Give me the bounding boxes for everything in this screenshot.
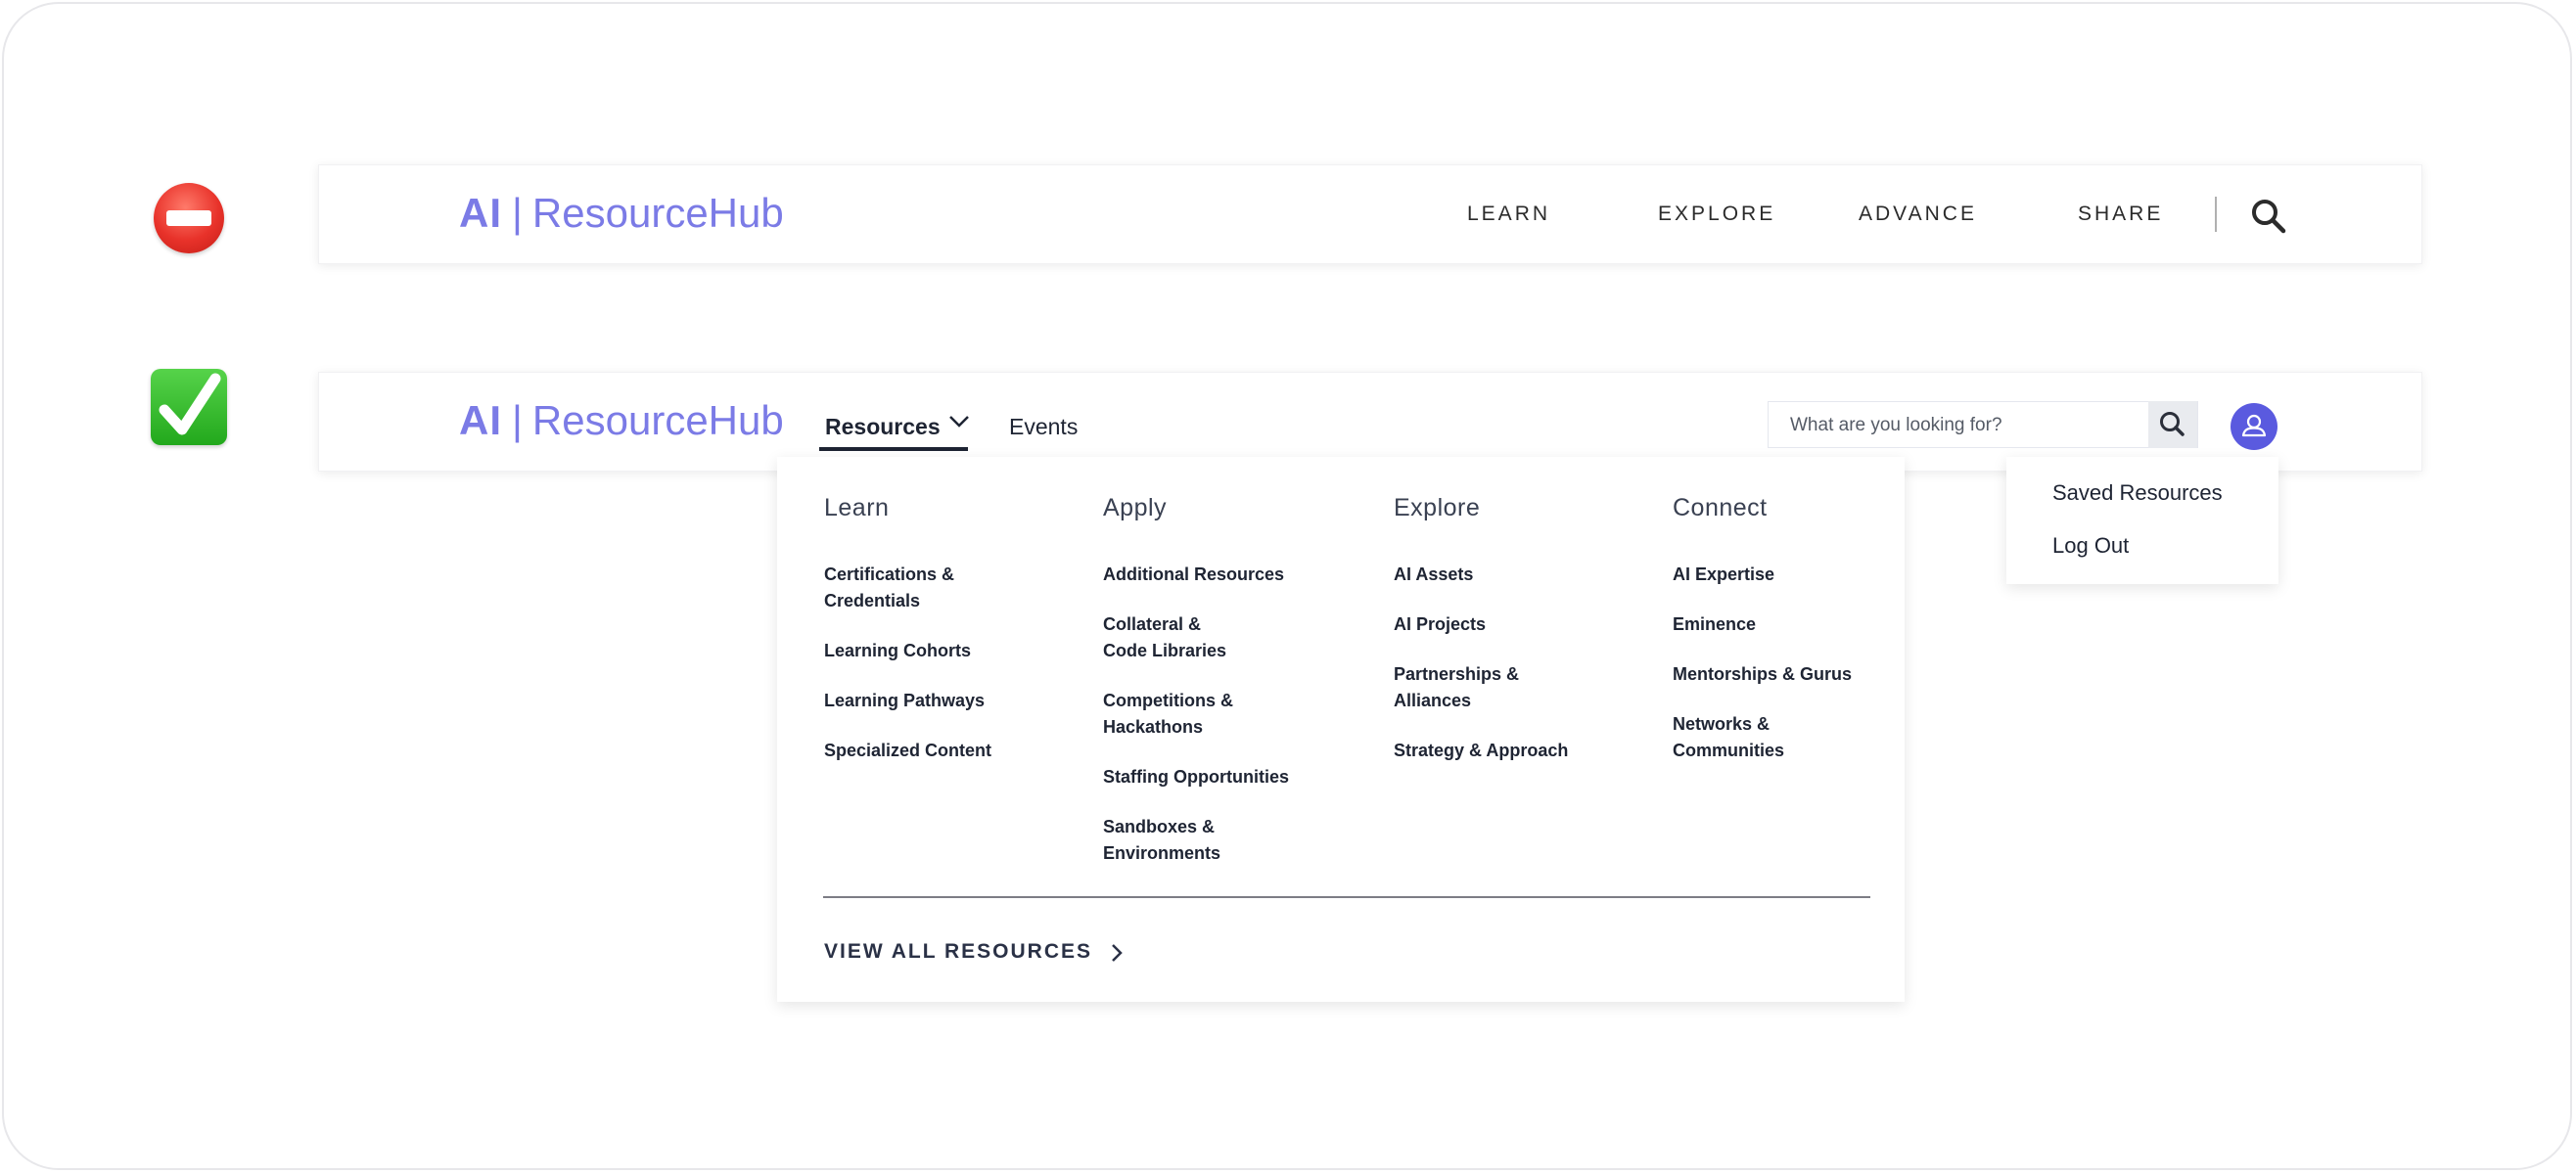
logo-ai: AI (459, 397, 502, 443)
logo[interactable]: AI | ResourceHub (459, 397, 784, 444)
logo-separator: | (512, 190, 523, 236)
old-header-bar: AI | ResourceHub LEARN EXPLORE ADVANCE SHA… (318, 164, 2422, 264)
logo-separator: | (512, 397, 523, 443)
column-apply: Apply Additional Resources Collateral & C… (1103, 494, 1289, 890)
menu-link[interactable]: Certifications & Credentials (824, 562, 991, 614)
menu-link[interactable]: Partnerships & Alliances (1394, 661, 1568, 714)
menu-link[interactable]: AI Assets (1394, 562, 1568, 588)
logo-name: ResourceHub (531, 190, 784, 236)
menu-link[interactable]: Strategy & Approach (1394, 738, 1568, 764)
menu-link[interactable]: Staffing Opportunities (1103, 764, 1289, 790)
menu-link[interactable]: Specialized Content (824, 738, 991, 764)
menu-link[interactable]: Eminence (1673, 611, 1852, 638)
menu-link[interactable]: Learning Pathways (824, 688, 991, 714)
logo-ai: AI (459, 190, 502, 236)
menu-link[interactable]: Competitions & Hackathons (1103, 688, 1289, 741)
menu-link[interactable]: AI Projects (1394, 611, 1568, 638)
saved-resources-link[interactable]: Saved Resources (2052, 480, 2223, 506)
column-heading: Apply (1103, 494, 1168, 521)
logo-name: ResourceHub (531, 397, 784, 443)
view-all-resources-link[interactable]: VIEW ALL RESOURCES (824, 940, 1092, 964)
menu-link[interactable]: Collateral & Code Libraries (1103, 611, 1289, 664)
user-avatar-button[interactable] (2231, 403, 2277, 450)
menu-divider (823, 896, 1870, 898)
menu-link[interactable]: Networks & Communities (1673, 711, 1852, 764)
column-explore: Explore AI Assets AI Projects Partnershi… (1394, 494, 1568, 788)
menu-link[interactable]: Learning Cohorts (824, 638, 991, 664)
column-learn: Learn Certifications & Credentials Learni… (824, 494, 991, 788)
menu-link[interactable]: Additional Resources (1103, 562, 1289, 588)
search-field[interactable] (1768, 401, 2198, 449)
no-entry-icon (154, 183, 224, 253)
menu-link[interactable]: AI Expertise (1673, 562, 1852, 588)
column-connect: Connect AI Expertise Eminence Mentorship… (1673, 494, 1852, 788)
user-menu-dropdown: Saved Resources Log Out (2006, 457, 2278, 584)
resources-mega-menu: Learn Certifications & Credentials Learni… (777, 457, 1905, 1002)
chevron-down-icon[interactable] (948, 415, 970, 429)
search-input[interactable] (1788, 402, 2144, 449)
column-heading: Connect (1673, 494, 1768, 521)
nav-resources[interactable]: Resources (825, 414, 941, 440)
search-button[interactable] (2148, 401, 2197, 448)
nav-events[interactable]: Events (1009, 414, 1078, 440)
nav-advance[interactable]: ADVANCE (1859, 203, 1977, 226)
column-heading: Explore (1394, 494, 1481, 521)
active-nav-underline (819, 447, 968, 451)
nav-explore[interactable]: EXPLORE (1658, 203, 1775, 226)
check-mark-icon (151, 369, 227, 445)
column-heading: Learn (824, 494, 890, 521)
search-icon (2160, 412, 2185, 436)
user-icon (2241, 414, 2267, 437)
log-out-link[interactable]: Log Out (2052, 533, 2129, 559)
nav-learn[interactable]: LEARN (1467, 203, 1550, 226)
menu-link[interactable]: Sandboxes & Environments (1103, 814, 1289, 867)
nav-divider (2215, 197, 2217, 232)
search-icon[interactable] (2249, 197, 2288, 236)
menu-link[interactable]: Mentorships & Gurus (1673, 661, 1852, 688)
logo[interactable]: AI | ResourceHub (459, 190, 784, 237)
nav-share[interactable]: SHARE (2078, 203, 2163, 226)
chevron-right-icon[interactable] (1110, 942, 1124, 964)
